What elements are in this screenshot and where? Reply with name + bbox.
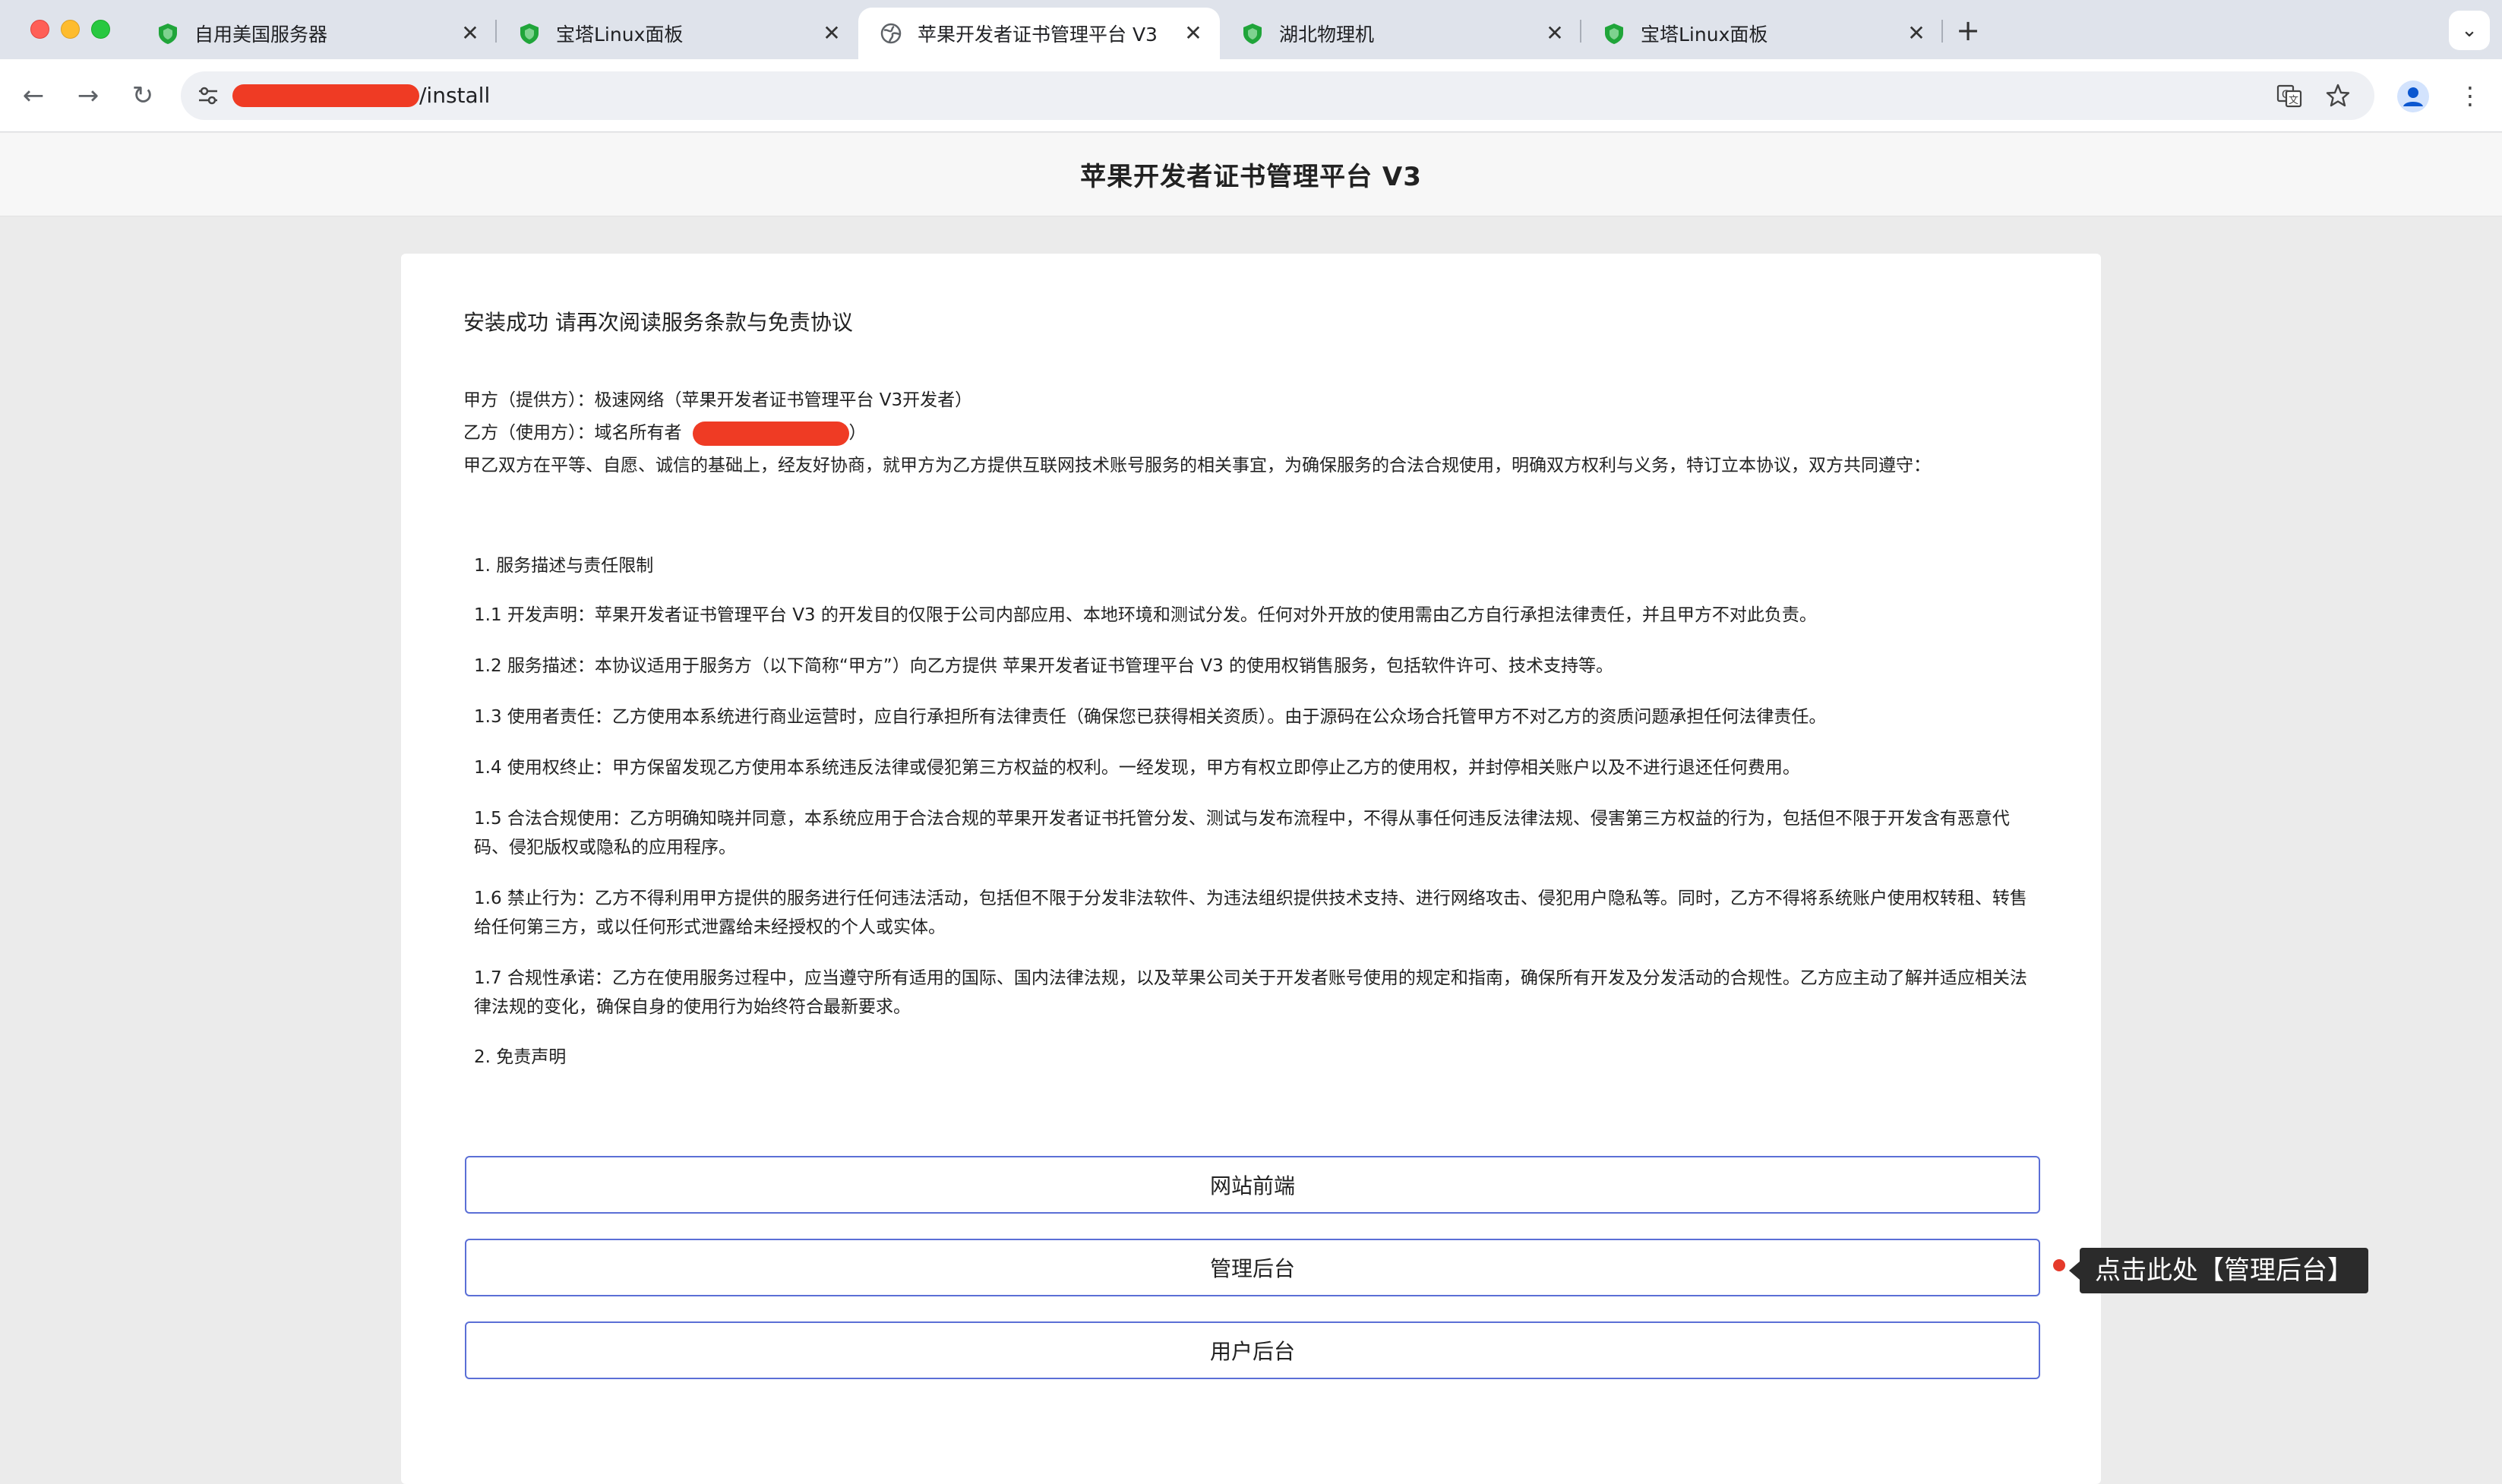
site-settings-icon[interactable]: [194, 82, 222, 109]
globe-icon: [880, 23, 902, 44]
tab-us-server[interactable]: 自用美国服务器 ✕: [135, 8, 497, 59]
tab-divider: [1941, 20, 1943, 43]
party-a-text: 甲方（提供方）：极速网络（苹果开发者证书管理平台 V3开发者）: [463, 390, 973, 410]
svg-text:文: 文: [2289, 95, 2298, 106]
close-icon[interactable]: ✕: [1543, 22, 1566, 45]
browser-toolbar: ← → ↻ /install G 文 ⋮: [0, 59, 2502, 132]
section-title: 2. 免责声明: [474, 1047, 567, 1067]
user-panel-button[interactable]: 用户后台: [465, 1321, 2040, 1379]
zoom-window-button[interactable]: [91, 20, 110, 39]
star-icon[interactable]: [2324, 82, 2352, 109]
shield-icon: [1605, 24, 1623, 44]
party-a: 甲方（提供方）：极速网络（苹果开发者证书管理平台 V3开发者）: [463, 384, 2039, 417]
clause-1-6: 1.6 禁止行为：乙方不得利用甲方提供的服务进行任何违法活动，包括但不限于分发非…: [474, 889, 2027, 937]
install-card: 安装成功 请再次阅读服务条款与免责协议 甲方（提供方）：极速网络（苹果开发者证书…: [401, 254, 2101, 1484]
agreement-intro: 甲乙双方在平等、自愿、诚信的基础上，经友好协商，就甲方为乙方提供互联网技术账号服…: [463, 456, 1931, 475]
party-b-prefix: 乙方（使用方）：域名所有者: [463, 423, 682, 443]
back-button[interactable]: ←: [15, 77, 52, 114]
clause-1-3: 1.3 使用者责任：乙方使用本系统进行商业运营时，应自行承担所有法律责任（确保您…: [474, 707, 1827, 727]
party-b: 乙方（使用方）：域名所有者 ）: [463, 417, 2039, 450]
annotation-marker: [2053, 1259, 2065, 1271]
translate-icon[interactable]: G 文: [2276, 82, 2303, 109]
close-icon[interactable]: ✕: [1182, 22, 1205, 45]
clause-1-4: 1.4 使用权终止：甲方保留发现乙方使用本系统违反法律或侵犯第三方权益的权利。一…: [474, 758, 1800, 778]
tab-strip: 自用美国服务器 ✕ 宝塔Linux面板 ✕ 苹果开发者证书管理平台 V3 ✕ 湖…: [0, 0, 2502, 59]
more-menu-icon[interactable]: ⋮: [2455, 77, 2485, 114]
tab-bt-panel-2[interactable]: 宝塔Linux面板 ✕: [1581, 8, 1943, 59]
clause-1-5: 1.5 合法合规使用：乙方明确知晓并同意，本系统应用于合法合规的苹果开发者证书托…: [474, 809, 2010, 857]
site-header: 苹果开发者证书管理平台 V3: [0, 133, 2502, 216]
clause-1-1: 1.1 开发声明：苹果开发者证书管理平台 V3 的开发目的仅限于公司内部应用、本…: [474, 605, 1817, 625]
tab-cert-platform[interactable]: 苹果开发者证书管理平台 V3 ✕: [858, 8, 1220, 59]
frontend-button[interactable]: 网站前端: [465, 1156, 2040, 1214]
new-tab-button[interactable]: +: [1952, 15, 1984, 47]
tab-title: 自用美国服务器: [194, 24, 328, 46]
forward-button[interactable]: →: [70, 77, 106, 114]
tab-hubei-machine[interactable]: 湖北物理机 ✕: [1220, 8, 1581, 59]
clause-1-7: 1.7 合规性承诺：乙方在使用服务过程中，应当遵守所有适用的国际、国内法律法规，…: [474, 968, 2027, 1017]
party-b-suffix: ）: [848, 423, 867, 443]
clause-1-2: 1.2 服务描述：本协议适用于服务方（以下简称“甲方”）向乙方提供 苹果开发者证…: [474, 656, 1614, 676]
install-success-title: 安装成功 请再次阅读服务条款与免责协议: [463, 310, 853, 335]
page-title: 苹果开发者证书管理平台 V3: [1080, 162, 1422, 192]
profile-avatar-icon[interactable]: [2396, 79, 2431, 114]
shield-icon: [1243, 24, 1262, 44]
annotation-tooltip: 点击此处【管理后台】: [2069, 1248, 2368, 1293]
tab-bt-panel-1[interactable]: 宝塔Linux面板 ✕: [497, 8, 858, 59]
section-title: 1. 服务描述与责任限制: [474, 556, 654, 576]
close-icon[interactable]: ✕: [1905, 22, 1928, 45]
tab-title: 苹果开发者证书管理平台 V3: [918, 24, 1158, 46]
minimize-window-button[interactable]: [61, 20, 80, 39]
domain-owner-redaction: [692, 421, 849, 446]
address-bar[interactable]: /install G 文: [181, 71, 2374, 120]
shield-icon: [159, 24, 177, 44]
tab-title: 宝塔Linux面板: [1641, 24, 1768, 46]
agreement-content: 安装成功 请再次阅读服务条款与免责协议 甲方（提供方）：极速网络（苹果开发者证书…: [463, 307, 2039, 1071]
url-host-redaction: [232, 84, 419, 107]
url-path: /install: [419, 83, 491, 108]
tab-title: 湖北物理机: [1279, 24, 1375, 46]
terms-list: 1. 服务描述与责任限制 1.1 开发声明：苹果开发者证书管理平台 V3 的开发…: [463, 552, 2033, 1071]
admin-panel-button[interactable]: 管理后台: [465, 1239, 2040, 1296]
shield-icon: [520, 24, 539, 44]
reload-button[interactable]: ↻: [125, 77, 161, 114]
tab-title: 宝塔Linux面板: [556, 24, 684, 46]
close-window-button[interactable]: [30, 20, 49, 39]
parties-block: 甲方（提供方）：极速网络（苹果开发者证书管理平台 V3开发者） 乙方（使用方）：…: [463, 384, 2039, 482]
tab-search-button[interactable]: ⌄: [2449, 11, 2490, 50]
close-icon[interactable]: ✕: [459, 22, 482, 45]
close-icon[interactable]: ✕: [820, 22, 843, 45]
